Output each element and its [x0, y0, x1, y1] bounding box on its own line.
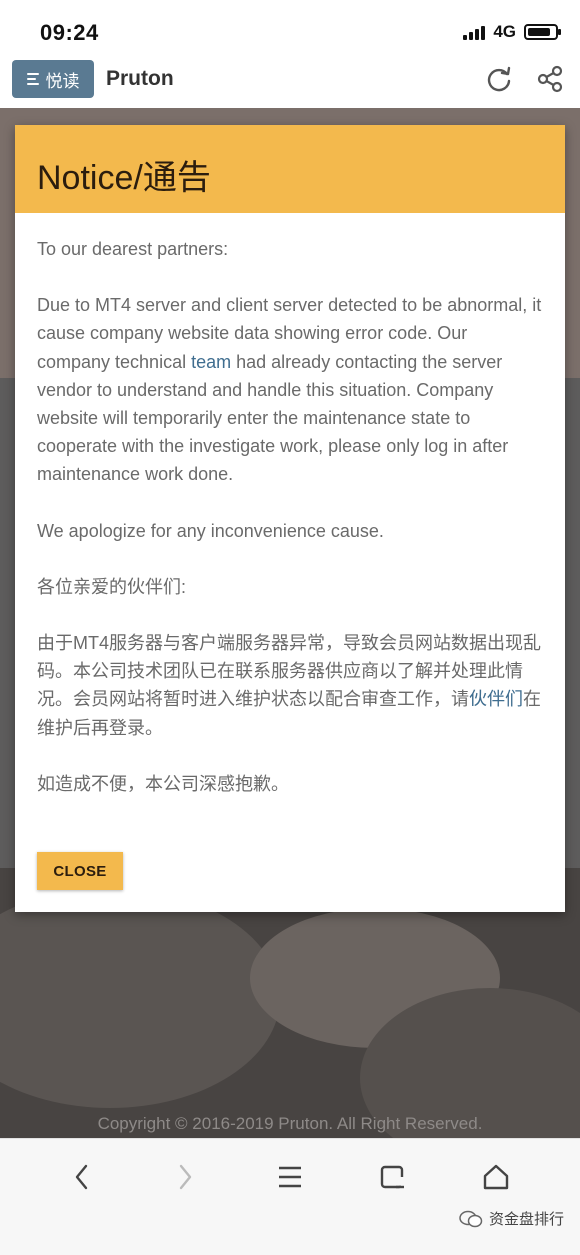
partners-link[interactable]: 伙伴们: [469, 689, 523, 709]
status-time: 09:24: [40, 20, 99, 45]
back-icon[interactable]: [62, 1159, 102, 1195]
list-icon: [26, 73, 39, 85]
tabs-icon[interactable]: [373, 1159, 413, 1195]
modal-title: Notice/通告: [37, 159, 211, 197]
refresh-icon[interactable]: [484, 64, 514, 94]
team-link[interactable]: team: [191, 352, 231, 372]
close-button[interactable]: CLOSE: [37, 852, 123, 890]
greeting-english: To our dearest partners:: [37, 239, 229, 259]
modal-header: Notice/通告: [15, 125, 565, 213]
network-type: 4G: [493, 22, 516, 41]
copyright-text: Copyright © 2016-2019 Pruton. All Right …: [97, 1114, 483, 1133]
home-icon[interactable]: [476, 1159, 516, 1195]
watermark: 资金盘排行: [459, 1208, 564, 1229]
apology-english: We apologize for any inconvenience cause…: [37, 520, 384, 541]
greeting-chinese: 各位亲爱的伙伴们:: [37, 576, 187, 597]
menu-icon[interactable]: [270, 1159, 310, 1195]
watermark-text: 资金盘排行: [488, 1211, 564, 1228]
browser-bottom-toolbar: [0, 1138, 580, 1255]
forward-icon[interactable]: [165, 1159, 205, 1195]
status-indicators: 4G: [463, 22, 561, 42]
notice-chinese: 由于MT4服务器与客户端服务器异常，导致会员网站数据出现乱码。本公司技术团队已在…: [37, 633, 541, 738]
share-icon[interactable]: [535, 64, 565, 94]
browser-app-bar: 悦读 Pruton: [0, 55, 580, 105]
signal-icon: [463, 24, 486, 40]
chat-bubble-icon: [459, 1210, 483, 1227]
apology-chinese: 如造成不便，本公司深感抱歉。: [37, 773, 289, 794]
notice-english: Due to MT4 server and client server dete…: [37, 295, 542, 485]
reader-mode-label: 悦读: [45, 71, 80, 91]
modal-body: To our dearest partners: Due to MT4 serv…: [15, 213, 565, 798]
battery-icon: [524, 24, 561, 40]
status-bar: 09:24 4G: [0, 0, 580, 55]
reader-mode-button[interactable]: 悦读: [12, 60, 94, 98]
battery-level: [528, 28, 550, 36]
site-title: Pruton: [106, 67, 174, 90]
notice-modal: Notice/通告 To our dearest partners: Due t…: [15, 125, 565, 912]
